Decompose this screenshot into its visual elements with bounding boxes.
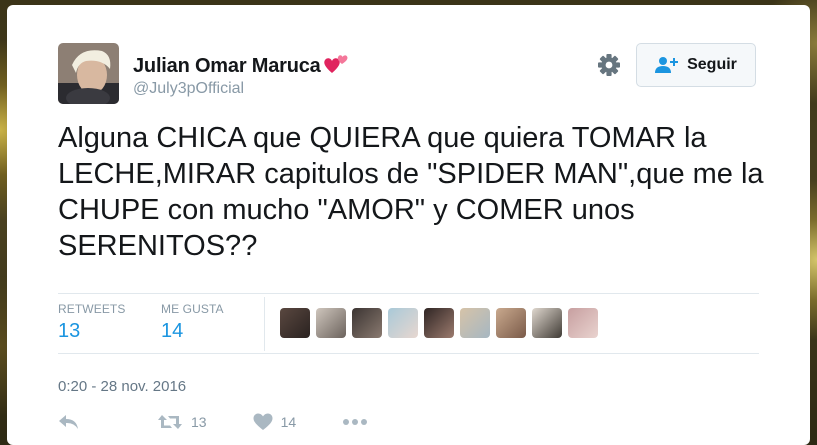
retweet-icon [158,415,182,429]
stats-bottom-divider [58,353,759,354]
liker-avatar[interactable] [496,308,526,338]
follow-label: Seguir [687,56,737,73]
tweet-timestamp[interactable]: 0:20 - 28 nov. 2016 [58,378,186,395]
retweets-count: 13 [58,320,81,342]
more-dots-icon [343,419,368,425]
liker-avatar[interactable] [460,308,490,338]
likes-count: 14 [161,320,184,342]
retweets-label: RETWEETS [58,302,126,316]
likes-stat[interactable]: ME GUSTA 14 [161,302,224,343]
retweets-stat[interactable]: RETWEETS 13 [58,302,125,343]
reply-button[interactable] [58,414,80,430]
liker-avatar[interactable] [280,308,310,338]
liker-avatar[interactable] [316,308,346,338]
add-user-icon [655,57,679,73]
gear-icon[interactable] [596,52,622,78]
liker-avatar[interactable] [388,308,418,338]
retweet-button[interactable]: 13 [157,413,207,431]
liker-avatar[interactable] [424,308,454,338]
stats-top-divider [58,293,759,294]
author-name[interactable]: Julian Omar Maruca [133,51,349,81]
author-avatar[interactable] [58,43,119,104]
tweet-actions: 13 14 [58,413,368,431]
tweet-text: Alguna CHICA que QUIERA que quiera TOMAR… [58,122,764,262]
tweet-card: Julian Omar Maruca @July3pOfficial Segui… [7,5,810,445]
heart-icon [253,413,273,430]
liker-avatar[interactable] [352,308,382,338]
reply-icon [59,415,78,429]
likers-avatars [280,308,604,338]
more-button[interactable] [342,418,368,426]
liker-avatar[interactable] [568,308,598,338]
follow-button[interactable]: Seguir [636,43,756,87]
like-count: 14 [280,414,297,430]
retweet-count: 13 [191,414,207,430]
stats-vertical-divider [264,297,265,351]
liker-avatar[interactable] [532,308,562,338]
author-handle[interactable]: @July3pOfficial [133,80,244,98]
like-button[interactable]: 14 [253,413,297,431]
two-hearts-icon [323,51,349,81]
likes-label: ME GUSTA [161,302,224,316]
